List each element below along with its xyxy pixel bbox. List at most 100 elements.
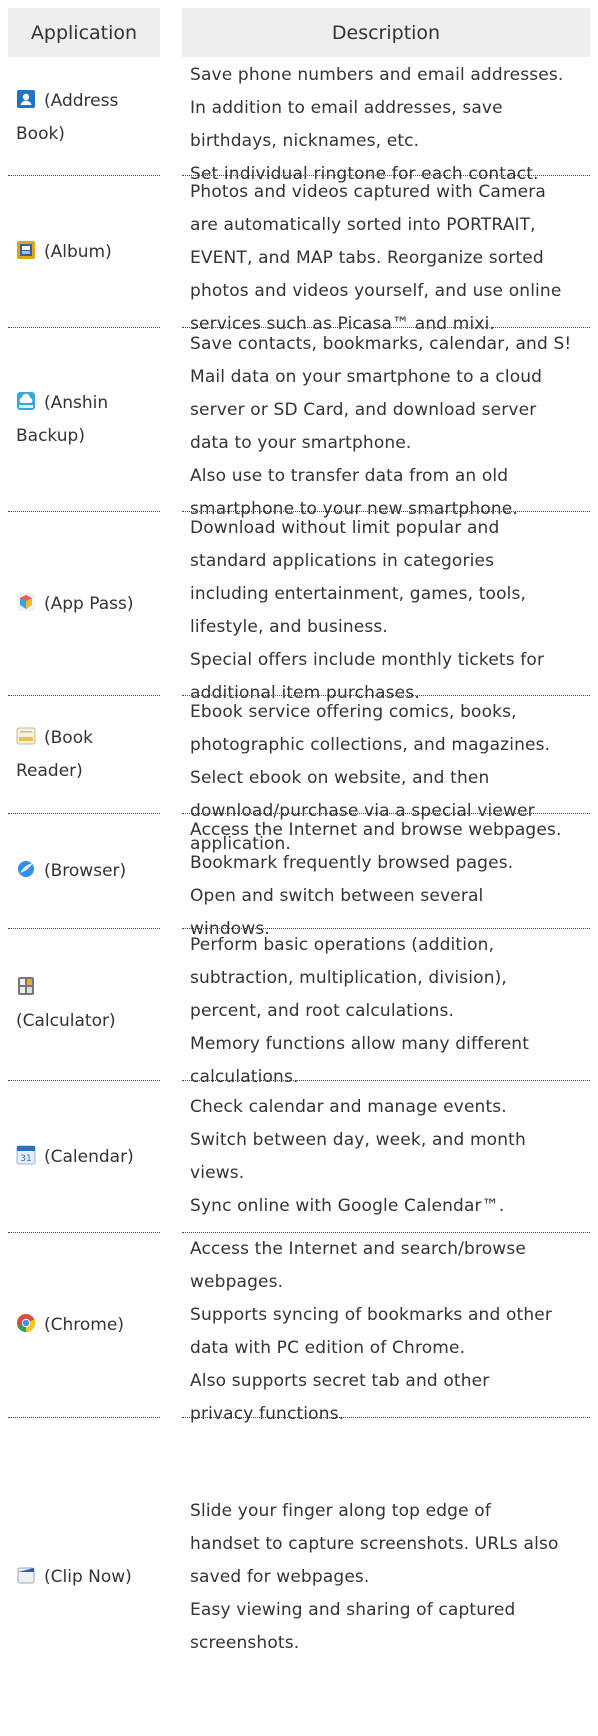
app-table: Application Description (Address Book) Sav…	[0, 0, 598, 1736]
application-cell: (Chrome)	[16, 1233, 168, 1418]
application-cell: (Browser)	[16, 814, 168, 929]
description-cell: Perform basic operations (addition, subtr…	[190, 929, 590, 1094]
column-header-description: Description	[182, 8, 590, 57]
description-line: Check calendar and manage events.	[190, 1097, 507, 1117]
application-name-line: (Browser)	[16, 855, 168, 888]
table-row: (Album) Photos and videos captured with C…	[0, 176, 598, 334]
table-row: (Calculator) Perform basic operations (ad…	[0, 929, 598, 1087]
table-row: (App Pass) Download without limit popular…	[0, 512, 598, 703]
chrome-icon	[16, 1313, 36, 1333]
description-line: percent, and root calculations.	[190, 1001, 455, 1021]
application-name-text: Backup)	[16, 426, 85, 446]
description-line: Ebook service offering comics, books,	[190, 702, 517, 722]
description-line: Mail data on your smartphone to a cloud	[190, 367, 543, 387]
svg-text:31: 31	[20, 1154, 31, 1164]
table-row: 31 (Calendar) Check calendar and manage ev…	[0, 1081, 598, 1233]
description-cell: Access the Internet and search/browse web…	[190, 1233, 590, 1431]
table-row: (Clip Now) Slide your finger along top ed…	[0, 1418, 598, 1736]
description-line: standard applications in categories	[190, 551, 495, 571]
application-name-line: (Calculator)	[16, 1005, 168, 1038]
description-line: Save contacts, bookmarks, calendar, and …	[190, 334, 572, 354]
application-cell: (Calculator)	[16, 929, 168, 1081]
application-name-line: (Address	[16, 85, 168, 118]
description-line: In addition to email addresses, save	[190, 98, 503, 118]
description-line: Slide your finger along top edge of	[190, 1501, 491, 1521]
browser-icon	[16, 859, 36, 879]
table-row: (Book Reader) Ebook service offering comic…	[0, 696, 598, 854]
application-name-line: (Anshin	[16, 387, 168, 420]
calculator-icon	[16, 976, 36, 996]
application-name-line: (Clip Now)	[16, 1561, 168, 1594]
application-name-line: 31 (Calendar)	[16, 1141, 168, 1174]
table-row: (Anshin Backup) Save contacts, bookmarks, …	[0, 328, 598, 519]
description-line: data with PC edition of Chrome.	[190, 1338, 466, 1358]
description-cell: Slide your finger along top edge of hands…	[190, 1495, 590, 1660]
description-line: lifestyle, and business.	[190, 617, 388, 637]
application-name-line: Backup)	[16, 420, 168, 453]
application-name-text: Reader)	[16, 761, 83, 781]
description-line: Access the Internet and browse webpages.	[190, 820, 562, 840]
description-line: Also supports secret tab and other	[190, 1371, 490, 1391]
application-cell: (Address Book)	[16, 59, 168, 176]
application-name-text: (Calculator)	[16, 1011, 116, 1031]
calendar-icon: 31	[16, 1145, 36, 1165]
application-name-text: (Browser)	[44, 861, 127, 881]
description-line: Download without limit popular and	[190, 518, 500, 538]
description-line: Open and switch between several	[190, 886, 484, 906]
description-cell: Download without limit popular and standa…	[190, 512, 590, 710]
description-line: Sync online with Google Calendar™.	[190, 1196, 505, 1216]
application-name-text: (Calendar)	[44, 1146, 134, 1167]
application-name-text: (Album)	[44, 241, 112, 262]
application-cell: 31 (Calendar)	[16, 1081, 168, 1233]
description-cell: Access the Internet and browse webpages.…	[190, 814, 590, 946]
album-icon	[16, 240, 36, 260]
application-name-text: (Address	[44, 90, 119, 111]
application-cell: (Anshin Backup)	[16, 328, 168, 512]
description-line: are automatically sorted into PORTRAIT,	[190, 215, 536, 235]
address-book-icon	[16, 89, 36, 109]
application-name-line: (App Pass)	[16, 588, 168, 621]
description-line: server or SD Card, and download server	[190, 400, 537, 420]
description-line: Photos and videos captured with Camera	[190, 182, 546, 202]
description-line: Easy viewing and sharing of captured	[190, 1600, 516, 1620]
description-line: saved for webpages.	[190, 1567, 370, 1587]
description-line: including entertainment, games, tools,	[190, 584, 527, 604]
application-name-line: (Album)	[16, 236, 168, 269]
description-line: Access the Internet and search/browse	[190, 1239, 526, 1259]
anshin-backup-icon	[16, 391, 36, 411]
application-name-line: Reader)	[16, 755, 168, 788]
application-name-text: (Book	[44, 728, 93, 748]
description-line: screenshots.	[190, 1633, 300, 1653]
description-line: Switch between day, week, and month	[190, 1130, 526, 1150]
description-line: Supports syncing of bookmarks and other	[190, 1305, 553, 1325]
description-cell: Check calendar and manage events. Switch …	[190, 1091, 590, 1223]
application-cell: (App Pass)	[16, 512, 168, 696]
description-line: Perform basic operations (addition,	[190, 935, 495, 955]
description-line: Memory functions allow many different	[190, 1034, 530, 1054]
application-name-line	[16, 972, 168, 1005]
description-line: EVENT, and MAP tabs. Reorganize sorted	[190, 248, 544, 268]
application-name-line: (Book	[16, 722, 168, 755]
description-line: webpages.	[190, 1272, 284, 1292]
table-row: (Chrome) Access the Internet and search/b…	[0, 1233, 598, 1424]
description-line: views.	[190, 1163, 245, 1183]
description-line: subtraction, multiplication, division),	[190, 968, 507, 988]
application-name-text: Book)	[16, 123, 65, 144]
application-name-text: (Chrome)	[44, 1315, 124, 1335]
book-reader-icon	[16, 726, 36, 746]
column-header-application: Application	[8, 8, 160, 57]
application-name-text: (Anshin	[44, 393, 109, 413]
description-line: Bookmark frequently browsed pages.	[190, 853, 514, 873]
clip-now-icon	[16, 1565, 36, 1585]
description-cell: Save phone numbers and email addresses. I…	[190, 59, 590, 191]
description-line: data to your smartphone.	[190, 433, 412, 453]
application-name-line: (Chrome)	[16, 1309, 168, 1342]
description-line: photographic collections, and magazines.	[190, 735, 551, 755]
application-name-line: Book)	[16, 118, 168, 151]
app-pass-icon	[16, 592, 36, 612]
description-line: birthdays, nicknames, etc.	[190, 131, 420, 151]
application-name-text: (Clip Now)	[44, 1566, 132, 1587]
description-line: photos and videos yourself, and use onli…	[190, 281, 562, 301]
application-cell: (Clip Now)	[16, 1418, 168, 1736]
description-line: Select ebook on website, and then	[190, 768, 490, 788]
